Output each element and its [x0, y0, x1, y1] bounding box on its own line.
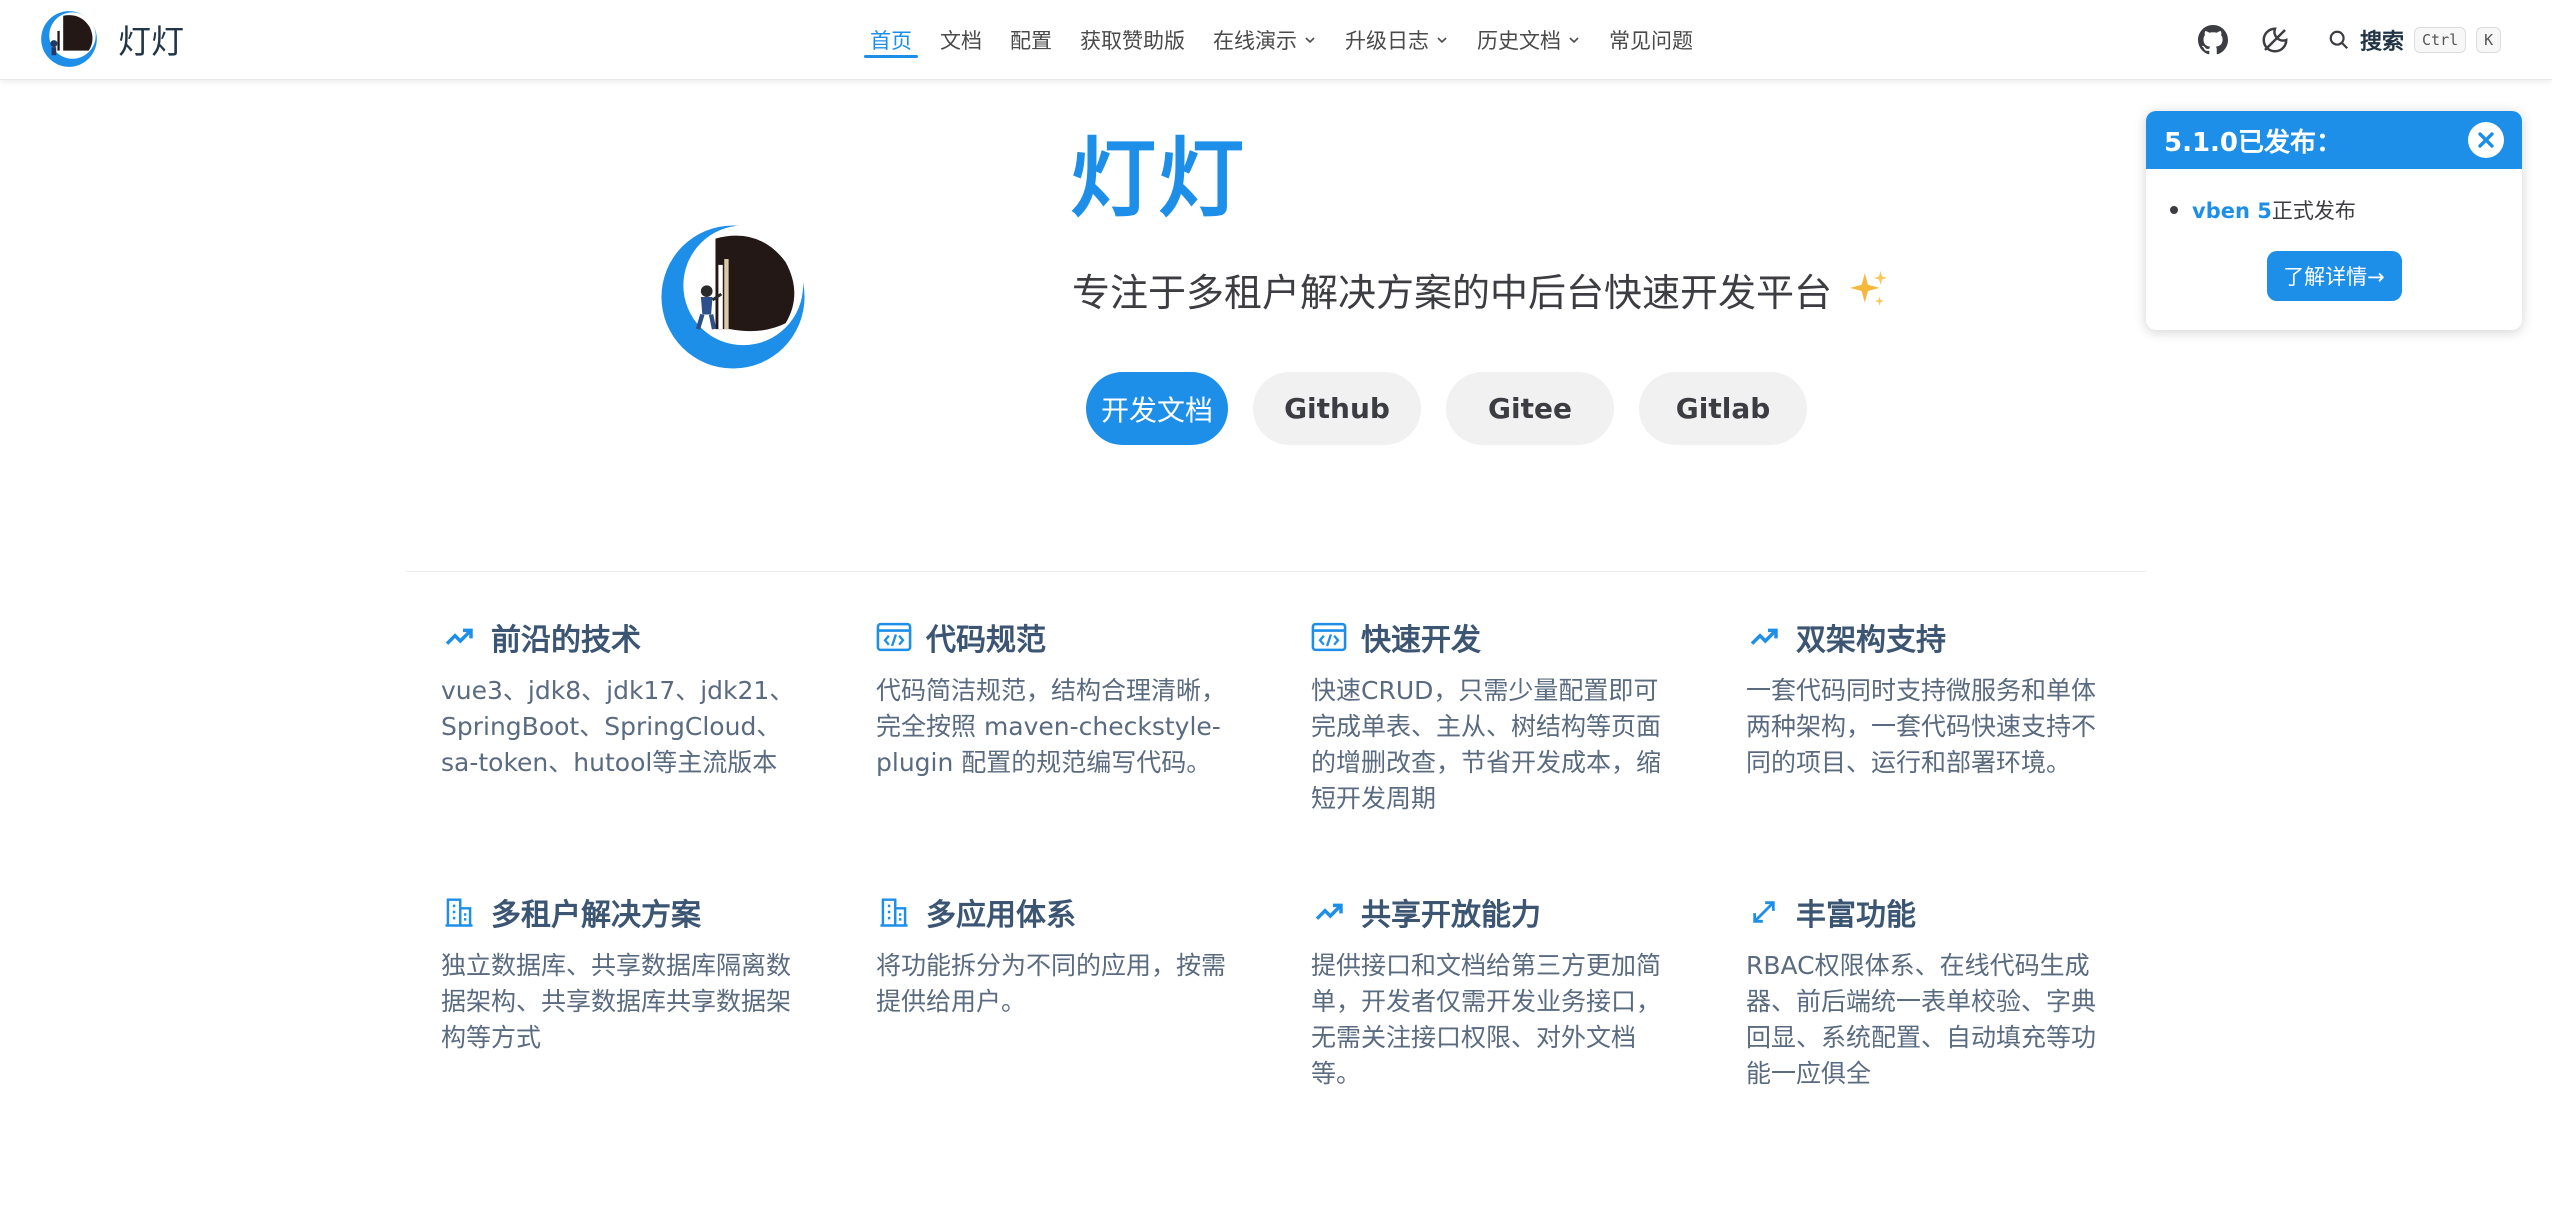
feature-description: 代码简洁规范，结构合理清晰，完全按照 maven-checkstyle-plug… — [876, 676, 1227, 777]
main-menu: 首页 文档 配置 获取赞助版 在线演示 升级日志 历史文档 常见问题 — [856, 0, 1707, 80]
feature-title: 丰富功能 — [1796, 898, 1916, 933]
nav-item-changelog[interactable]: 升级日志 — [1331, 0, 1463, 80]
code-window-icon — [1311, 622, 1347, 652]
trending-up-icon — [1750, 628, 1778, 645]
feature-description: 将功能拆分为不同的应用，按需提供给用户。 — [876, 951, 1227, 1016]
search-icon — [2329, 30, 2349, 50]
trending-up-icon — [1315, 903, 1343, 920]
gitlab-button[interactable]: Gitlab — [1639, 372, 1807, 445]
theme-toggle[interactable] — [2258, 23, 2292, 57]
brand-title: 灯灯 — [118, 22, 184, 61]
nav-item-label: 常见问题 — [1609, 29, 1693, 53]
hero-actions: 开发文档 Github Gitee Gitlab — [1086, 372, 1807, 445]
feature-card: 快速开发 快速CRUD，只需少量配置即可完成单表、主从、树结构等页面的增删改查，… — [1311, 615, 1681, 817]
feature-title: 前沿的技术 — [491, 623, 641, 658]
nav-item-label: 文档 — [940, 29, 982, 53]
nav-item-demo[interactable]: 在线演示 — [1199, 0, 1331, 80]
feature-description: 一套代码同时支持微服务和单体两种架构，一套代码快速支持不同的项目、运行和部署环境… — [1746, 676, 2097, 777]
nav-item-label: 配置 — [1010, 29, 1052, 53]
chevron-down-icon — [1305, 37, 1315, 44]
nav-item-label: 获取赞助版 — [1080, 29, 1185, 53]
feature-card: 丰富功能 RBAC权限体系、在线代码生成器、前后端统一表单校验、字典回显、系统配… — [1746, 890, 2116, 1092]
feature-title: 共享开放能力 — [1361, 898, 1541, 933]
feature-description: RBAC权限体系、在线代码生成器、前后端统一表单校验、字典回显、系统配置、自动填… — [1746, 951, 2097, 1088]
github-link[interactable] — [2196, 23, 2230, 57]
top-nav: 灯灯 首页 文档 配置 获取赞助版 在线演示 升级日志 历史文档 常见问题 搜索… — [0, 0, 2552, 80]
hero-tagline-text: 专注于多租户解决方案的中后台快速开发平台 — [1072, 271, 1833, 315]
nav-item-label: 升级日志 — [1345, 29, 1429, 53]
feature-title: 多应用体系 — [926, 898, 1076, 933]
notice-item-text: 正式发布 — [2271, 199, 2356, 223]
feature-description: 独立数据库、共享数据库隔离数据架构、共享数据库共享数据架构等方式 — [441, 951, 792, 1052]
nav-item-home[interactable]: 首页 — [856, 0, 926, 80]
building-icon — [880, 898, 908, 927]
dev-docs-button[interactable]: 开发文档 — [1086, 372, 1228, 445]
notice-body: vben 5正式发布 了解详情→ — [2146, 169, 2522, 301]
logo-icon — [41, 11, 97, 67]
hero-logo-image — [661, 225, 805, 369]
notice-title: 5.1.0已发布： — [2164, 127, 2343, 158]
hero-tagline: 专注于多租户解决方案的中后台快速开发平台 — [1072, 262, 1890, 317]
feature-card: 代码规范 代码简洁规范，结构合理清晰，完全按照 maven-checkstyle… — [876, 615, 1246, 781]
search-button[interactable]: 搜索 Ctrl K — [2328, 24, 2502, 56]
feature-description: vue3、jdk8、jdk17、jdk21、SpringBoot、SpringC… — [441, 676, 795, 777]
nav-item-sponsor[interactable]: 获取赞助版 — [1066, 0, 1199, 80]
nav-item-label: 在线演示 — [1213, 29, 1297, 53]
notice-item: vben 5正式发布 — [2170, 195, 2498, 225]
code-window-icon — [876, 622, 912, 652]
release-notice-popup: 5.1.0已发布： vben 5正式发布 了解详情→ — [2146, 111, 2522, 330]
nav-item-label: 首页 — [870, 29, 912, 53]
github-icon — [2198, 25, 2228, 55]
learn-more-button[interactable]: 了解详情→ — [2266, 251, 2402, 301]
sparkles-icon — [1850, 270, 1887, 306]
building-icon — [445, 898, 473, 927]
feature-title: 双架构支持 — [1796, 623, 1946, 658]
section-divider — [406, 571, 2146, 572]
nav-actions: 搜索 Ctrl K — [2196, 0, 2502, 80]
nav-item-label: 历史文档 — [1477, 29, 1561, 53]
theme-toggle-icon — [2262, 27, 2288, 53]
feature-title: 多租户解决方案 — [491, 898, 701, 933]
feature-title: 快速开发 — [1361, 623, 1481, 658]
search-label: 搜索 — [2360, 30, 2405, 55]
feature-card: 共享开放能力 提供接口和文档给第三方更加简单，开发者仅需开发业务接口，无需关注接… — [1311, 890, 1681, 1092]
nav-item-config[interactable]: 配置 — [996, 0, 1066, 80]
nav-item-faq[interactable]: 常见问题 — [1595, 0, 1707, 80]
feature-card: 双架构支持 一套代码同时支持微服务和单体两种架构，一套代码快速支持不同的项目、运… — [1746, 615, 2116, 781]
shortcut-key-ctrl: Ctrl — [2414, 27, 2467, 53]
gitee-button[interactable]: Gitee — [1446, 372, 1614, 445]
chevron-down-icon — [1437, 37, 1447, 44]
feature-card: 多租户解决方案 独立数据库、共享数据库隔离数据架构、共享数据库共享数据架构等方式 — [441, 890, 811, 1056]
expand-arrows-icon — [1753, 901, 1775, 923]
chevron-down-icon — [1569, 37, 1579, 44]
close-icon — [2478, 132, 2494, 148]
trending-up-icon — [445, 628, 473, 645]
notice-header: 5.1.0已发布： — [2146, 111, 2522, 169]
feature-description: 快速CRUD，只需少量配置即可完成单表、主从、树结构等页面的增删改查，节省开发成… — [1311, 676, 1662, 813]
shortcut-key-k: K — [2476, 27, 2502, 53]
nav-item-docs[interactable]: 文档 — [926, 0, 996, 80]
github-button[interactable]: Github — [1253, 372, 1421, 445]
feature-card: 多应用体系 将功能拆分为不同的应用，按需提供给用户。 — [876, 890, 1246, 1020]
hero-title: 灯灯 — [1070, 129, 1246, 229]
brand-home-link[interactable]: 灯灯 — [40, 7, 184, 71]
notice-link[interactable]: vben 5 — [2192, 199, 2272, 223]
nav-item-history-docs[interactable]: 历史文档 — [1463, 0, 1595, 80]
feature-title: 代码规范 — [926, 623, 1046, 658]
bullet-dot — [2170, 206, 2178, 214]
notice-close-button[interactable] — [2468, 122, 2504, 158]
feature-description: 提供接口和文档给第三方更加简单，开发者仅需开发业务接口，无需关注接口权限、对外文… — [1311, 951, 1662, 1088]
feature-card: 前沿的技术 vue3、jdk8、jdk17、jdk21、SpringBoot、S… — [441, 615, 811, 781]
